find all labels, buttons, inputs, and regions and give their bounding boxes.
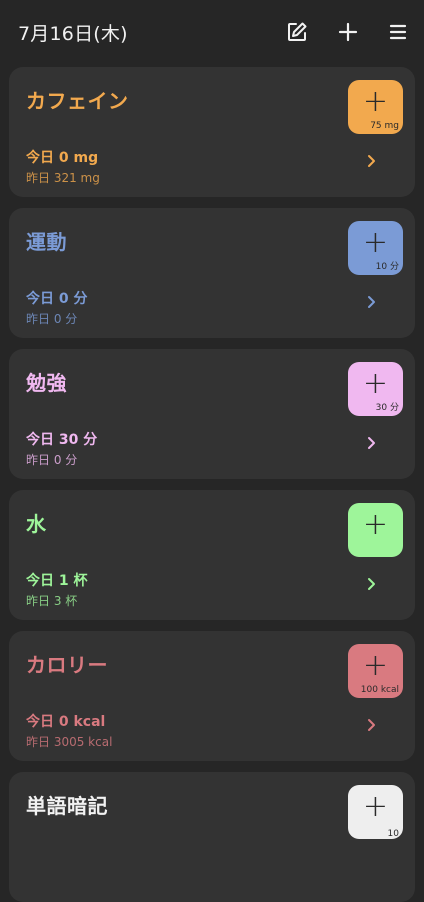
- add-amount-button[interactable]: + 10: [348, 785, 403, 839]
- yesterday-value: 昨日 0 分: [26, 453, 78, 467]
- edit-icon[interactable]: [285, 20, 309, 44]
- yesterday-value: 昨日 3005 kcal: [26, 735, 113, 749]
- chevron-right-icon[interactable]: [364, 153, 378, 169]
- today-value: 今日 30 分: [26, 432, 98, 448]
- card-title: カフェイン: [26, 89, 129, 113]
- today-value: 今日 1 杯: [26, 573, 88, 589]
- increment-amount: 10: [387, 829, 399, 839]
- plus-icon: +: [362, 84, 389, 119]
- card-title: 単語暗記: [26, 794, 108, 818]
- today-value: 今日 0 kcal: [26, 714, 106, 730]
- counter-card-exercise[interactable]: 運動 + 10 分 今日 0 分 昨日 0 分: [9, 208, 415, 338]
- chevron-right-icon[interactable]: [364, 294, 378, 310]
- increment-amount: 10 分: [375, 262, 399, 272]
- today-value: 今日 0 分: [26, 291, 88, 307]
- add-amount-button[interactable]: +: [348, 503, 403, 557]
- plus-icon: +: [362, 225, 389, 260]
- chevron-right-icon[interactable]: [364, 717, 378, 733]
- add-amount-button[interactable]: + 10 分: [348, 221, 403, 275]
- date-title: 7月16日(木): [18, 23, 128, 45]
- plus-icon: +: [362, 366, 389, 401]
- plus-icon: +: [362, 648, 389, 683]
- counter-card-vocabulary[interactable]: 単語暗記 + 10: [9, 772, 415, 902]
- increment-amount: 30 分: [375, 403, 399, 413]
- yesterday-value: 昨日 321 mg: [26, 171, 100, 185]
- increment-amount: 75 mg: [370, 121, 399, 131]
- plus-icon: +: [362, 789, 389, 824]
- chevron-right-icon[interactable]: [364, 576, 378, 592]
- add-amount-button[interactable]: + 30 分: [348, 362, 403, 416]
- increment-amount: 100 kcal: [360, 685, 399, 695]
- card-title: カロリー: [26, 653, 108, 677]
- plus-icon: +: [362, 507, 389, 542]
- add-amount-button[interactable]: + 75 mg: [348, 80, 403, 134]
- counter-card-calories[interactable]: カロリー + 100 kcal 今日 0 kcal 昨日 3005 kcal: [9, 631, 415, 761]
- counter-card-study[interactable]: 勉強 + 30 分 今日 30 分 昨日 0 分: [9, 349, 415, 479]
- yesterday-value: 昨日 0 分: [26, 312, 78, 326]
- card-title: 勉強: [26, 371, 67, 395]
- counter-card-water[interactable]: 水 + 今日 1 杯 昨日 3 杯: [9, 490, 415, 620]
- menu-icon[interactable]: [386, 20, 410, 44]
- today-value: 今日 0 mg: [26, 150, 99, 166]
- add-counter-icon[interactable]: [336, 20, 360, 44]
- add-amount-button[interactable]: + 100 kcal: [348, 644, 403, 698]
- card-title: 水: [26, 512, 47, 536]
- chevron-right-icon[interactable]: [364, 435, 378, 451]
- app-header: 7月16日(木): [0, 0, 424, 64]
- counter-card-caffeine[interactable]: カフェイン + 75 mg 今日 0 mg 昨日 321 mg: [9, 67, 415, 197]
- yesterday-value: 昨日 3 杯: [26, 594, 78, 608]
- card-title: 運動: [26, 230, 67, 254]
